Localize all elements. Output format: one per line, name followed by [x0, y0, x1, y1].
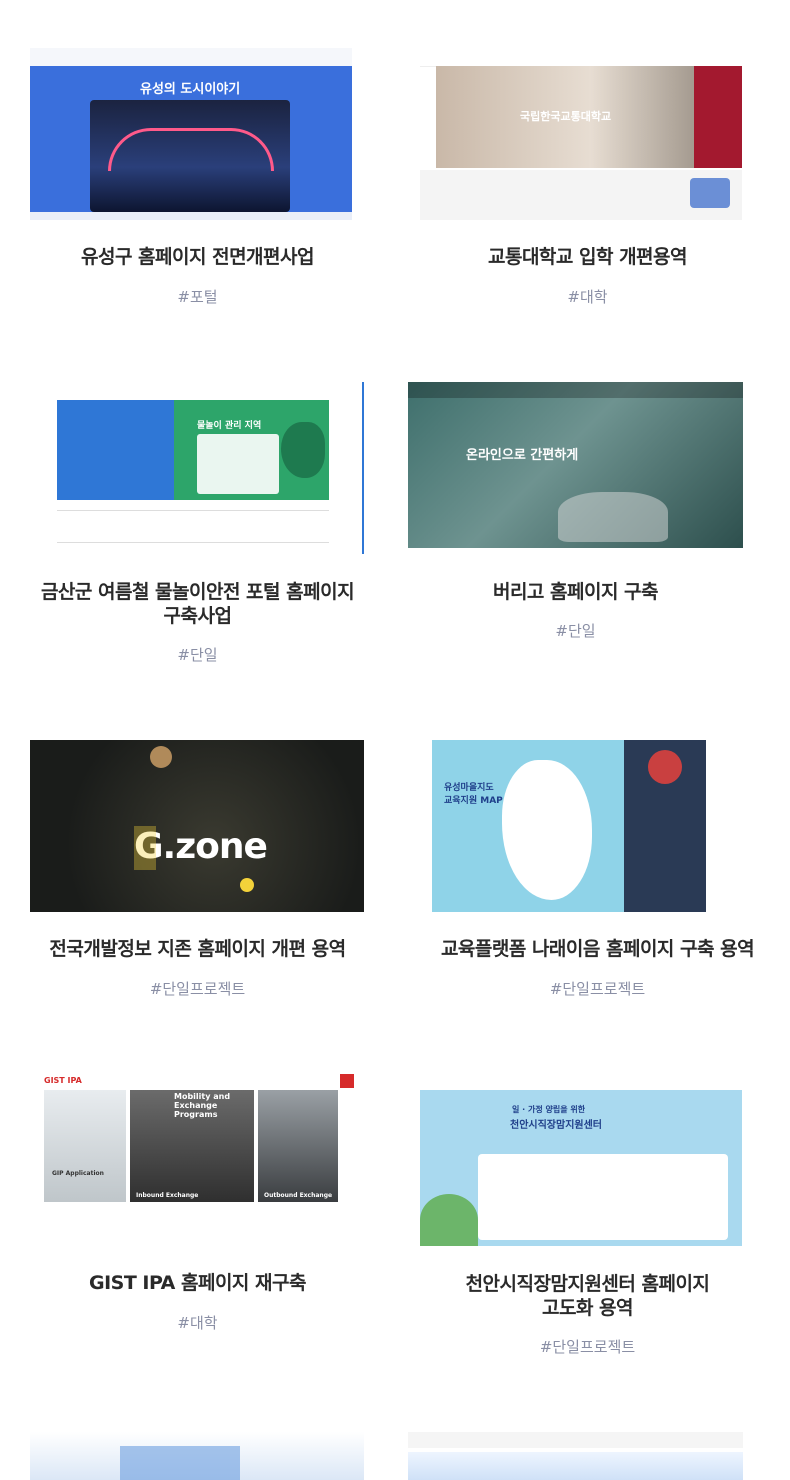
thumb-card1: Inbound Exchange	[136, 1192, 199, 1199]
thumb-title: 유성의 도시이야기	[140, 82, 241, 97]
project-tag[interactable]: #대학	[420, 286, 755, 307]
project-tag[interactable]: #대학	[30, 1312, 365, 1333]
project-tag[interactable]: #단일	[408, 620, 743, 641]
thumb-card2: Outbound Exchange	[264, 1192, 333, 1199]
project-title-line2: 고도화 용역	[541, 1297, 634, 1319]
project-title: 교육플랫폼 나래이음 홈페이지 구축 용역	[440, 938, 755, 960]
thumb-title: 유성마을지도 교육지원 MAP	[444, 783, 503, 806]
project-card[interactable]: 유성의 도시이야기 유성구 홈페이지 전면개편사업 #포털	[30, 48, 365, 308]
project-title: GIST IPA 홈페이지 재구축	[89, 1272, 306, 1294]
project-card[interactable]: 온라인으로 간편하게 버리고 홈페이지 구축 #단일	[408, 382, 743, 642]
project-card[interactable]: 물놀이 관리 지역 금산군 여름철 물놀이안전 포털 홈페이지 구축사업 #단일	[30, 382, 365, 682]
project-card[interactable]: GIST IPA Mobility and Exchange Programs …	[30, 1074, 365, 1334]
project-tag[interactable]: #단일프로젝트	[420, 1336, 755, 1357]
project-card[interactable]: 일 · 가정 양립을 위한 천안시직장맘지원센터 천안시직장맘지원센터 홈페이지…	[420, 1074, 755, 1374]
project-thumbnail[interactable]: G.zone	[30, 740, 364, 912]
thumb-subtitle: 일 · 가정 양립을 위한	[512, 1105, 586, 1114]
thumb-card3: GIP Application	[52, 1170, 104, 1177]
project-thumbnail[interactable]: 일 · 가정 양립을 위한 천안시직장맘지원센터	[420, 1074, 742, 1246]
project-card[interactable]: 유성마을지도 교육지원 MAP 교육플랫폼 나래이음 홈페이지 구축 용역 #단…	[420, 740, 775, 1000]
thumb-title: Mobility and Exchange Programs	[174, 1092, 231, 1119]
project-card[interactable]: 국립한국교통대학교 교통대학교 입학 개편용역 #대학	[420, 48, 755, 308]
project-title-line2: 구축사업	[163, 605, 232, 627]
project-tag[interactable]: #단일프로젝트	[30, 978, 365, 999]
thumb-subtitle: 물놀이 관리 지역	[197, 421, 262, 431]
project-tag[interactable]: #포털	[30, 286, 365, 307]
project-title: 버리고 홈페이지 구축	[492, 581, 659, 603]
thumb-title: 천안시직장맘지원센터	[510, 1120, 602, 1131]
project-title: 교통대학교 입학 개편용역	[487, 246, 688, 268]
portfolio-grid: 유성의 도시이야기 유성구 홈페이지 전면개편사업 #포털 국립한국교통대학교 …	[0, 0, 790, 1480]
project-title-line1: 천안시직장맘지원센터 홈페이지	[465, 1273, 710, 1295]
project-thumbnail[interactable]	[408, 1432, 743, 1480]
project-card[interactable]: G.zone 전국개발정보 지존 홈페이지 개편 용역 #단일프로젝트	[30, 740, 365, 1000]
project-thumbnail[interactable]	[30, 1432, 364, 1480]
thumb-title: 온라인으로 간편하게	[466, 448, 579, 463]
project-thumbnail[interactable]: 유성마을지도 교육지원 MAP	[432, 740, 754, 912]
project-thumbnail[interactable]: GIST IPA Mobility and Exchange Programs …	[44, 1074, 354, 1246]
project-title: 전국개발정보 지존 홈페이지 개편 용역	[49, 938, 346, 960]
thumb-logo: GIST IPA	[44, 1076, 82, 1085]
project-tag[interactable]: #단일프로젝트	[420, 978, 775, 999]
project-thumbnail[interactable]: 유성의 도시이야기	[30, 48, 352, 220]
thumb-title: 국립한국교통대학교	[520, 110, 612, 123]
project-title-line1: 금산군 여름철 물놀이안전 포털 홈페이지	[40, 581, 355, 603]
project-thumbnail[interactable]: 물놀이 관리 지역	[57, 382, 364, 554]
project-tag[interactable]: #단일	[30, 644, 365, 665]
project-thumbnail[interactable]: 국립한국교통대학교	[420, 48, 742, 220]
project-title: 유성구 홈페이지 전면개편사업	[81, 246, 314, 268]
project-thumbnail[interactable]: 온라인으로 간편하게	[408, 382, 743, 548]
